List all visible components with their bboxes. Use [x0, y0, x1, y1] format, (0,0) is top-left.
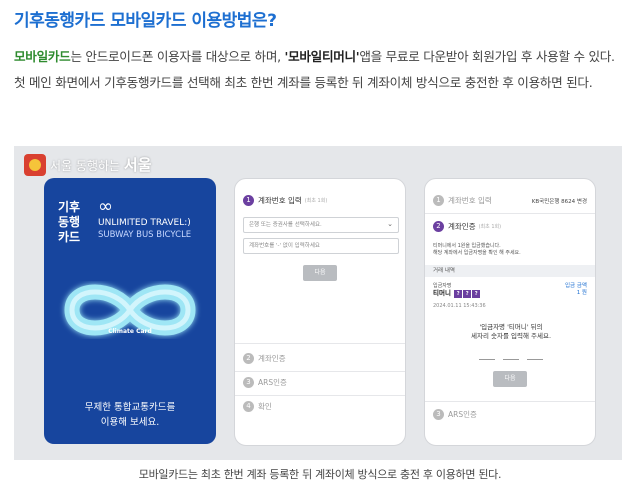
account-number-field[interactable]: 계좌번호를 '-' 없이 입력하세요 — [243, 238, 399, 254]
article-figure: 서울 동행하는 서울 기후 동행 카드 ∞ UNLIMITED TRAVEL:)… — [14, 146, 622, 460]
divider — [235, 343, 405, 344]
code-prompt-line-1: '입금자명 '티머니' 뒤의 — [479, 323, 543, 331]
step-label: 계좌번호 입력 — [258, 196, 302, 205]
card-brand-text: Climate Card — [108, 328, 152, 335]
infinity-icon: ∞ — [98, 196, 113, 217]
step-ars-verify: 3 ARS인증 — [243, 377, 287, 388]
step-account-verify: 2 계좌인증 — [243, 353, 286, 364]
seoul-slogan: 서울 동행하는 서울 — [50, 154, 152, 175]
deposit-notice-line-2: 해당 계좌에서 입금자명을 확인 해 주세요. — [433, 250, 521, 256]
step-sub-label: (최초 1회) — [478, 224, 502, 230]
card-message-line-1: 무제한 통합교통카드를 — [84, 402, 176, 413]
deposit-notice-line-1: 티머니에서 1원을 입금했습니다. — [433, 243, 501, 249]
article-body: 모바일카드는 안드로이드폰 이용자를 대상으로 하며, '모바일티머니'앱을 무… — [14, 44, 626, 96]
card-name: 기후 동행 카드 — [58, 200, 81, 244]
step-number: 2 — [243, 353, 254, 364]
climate-card-image: 기후 동행 카드 ∞ UNLIMITED TRAVEL:) SUBWAY BUS… — [44, 178, 216, 444]
step-label: 계좌인증 — [258, 354, 286, 363]
account-number-placeholder: 계좌번호를 '-' 없이 입력하세요 — [249, 243, 320, 249]
card-title: UNLIMITED TRAVEL:) — [98, 218, 191, 228]
bank-select[interactable]: 은행 또는 증권사를 선택하세요. ⌄ — [243, 217, 399, 233]
code-box: ? — [472, 290, 481, 298]
step-number: 2 — [433, 221, 444, 232]
code-box: ? — [454, 290, 463, 298]
step-number: 4 — [243, 401, 254, 412]
seoul-slogan-big: 서울 — [123, 156, 152, 174]
phone-screen-account-verify: 1 계좌번호 입력 KB국민은행 8624 변경 2 계좌인증 (최초 1회) … — [424, 178, 596, 446]
divider — [425, 401, 595, 402]
keyword-app-name: '모바일티머니' — [284, 49, 360, 64]
keyword-mobile-card: 모바일카드 — [14, 49, 71, 64]
step-label: ARS인증 — [258, 378, 287, 387]
depositor-code-boxes: ??? — [453, 290, 481, 298]
step-sub-label: (최초 1회) — [304, 198, 328, 204]
deposit-notice: 티머니에서 1원을 입금했습니다. 해당 계좌에서 입금자명을 확인 해 주세요… — [433, 243, 521, 257]
transaction-history-header: 거래 내역 — [425, 265, 595, 277]
figure-caption: 모바일카드는 최초 한번 계좌 등록한 뒤 계좌이체 방식으로 충전 후 이용하… — [138, 468, 502, 481]
step-number: 1 — [243, 195, 254, 206]
seoul-logo-icon — [24, 154, 46, 176]
depositor-row: 티머니 ??? — [433, 289, 481, 298]
step-account-input: 1 계좌번호 입력 — [433, 195, 492, 206]
body-text-part-1: 는 안드로이드폰 이용자를 대상으로 하며, — [70, 49, 285, 64]
phone-screen-account-input: 1 계좌번호 입력 (최초 1회) 은행 또는 증권사를 선택하세요. ⌄ 계좌… — [234, 178, 406, 446]
step-label: 계좌인증 — [448, 222, 476, 231]
deposit-amount: 입금 금액 1 원 — [565, 283, 587, 297]
amount-value: 1 원 — [576, 290, 587, 296]
seoul-slogan-prefix: 서울 동행하는 — [50, 159, 121, 173]
divider — [425, 213, 595, 214]
step-number: 3 — [433, 409, 444, 420]
card-subtitle: SUBWAY BUS BICYCLE — [98, 230, 192, 240]
divider — [235, 371, 405, 372]
step-label: 계좌번호 입력 — [448, 196, 492, 205]
bank-select-placeholder: 은행 또는 증권사를 선택하세요. — [249, 222, 322, 228]
code-digit-field[interactable] — [479, 359, 495, 360]
code-digit-field[interactable] — [503, 359, 519, 360]
depositor-name: 티머니 — [433, 289, 451, 297]
step-number: 3 — [243, 377, 254, 388]
divider — [235, 395, 405, 396]
next-button[interactable]: 다음 — [493, 371, 527, 387]
next-button[interactable]: 다음 — [303, 265, 337, 281]
code-input-prompt: '입금자명 '티머니' 뒤의 세자리 숫자를 입력해 주세요. — [425, 323, 595, 341]
article-headline: 기후동행카드 모바일카드 이용방법은? — [14, 11, 277, 31]
code-box: ? — [463, 290, 472, 298]
registered-bank-info[interactable]: KB국민은행 8624 변경 — [532, 197, 587, 205]
step-account-verify: 2 계좌인증 (최초 1회) — [433, 221, 501, 232]
step-confirm: 4 확인 — [243, 401, 272, 412]
step-number: 1 — [433, 195, 444, 206]
card-message-line-2: 이용해 보세요. — [100, 417, 160, 428]
amount-label: 입금 금액 — [565, 283, 587, 289]
infinity-logo-icon — [64, 284, 196, 336]
step-label: ARS인증 — [448, 410, 477, 419]
code-prompt-line-2: 세자리 숫자를 입력해 주세요. — [470, 332, 552, 340]
chevron-down-icon: ⌄ — [387, 220, 393, 228]
step-label: 확인 — [258, 402, 272, 411]
transaction-timestamp: 2024.01.11 15:43:36 — [433, 303, 486, 309]
step-ars-verify: 3 ARS인증 — [433, 409, 477, 420]
code-digit-field[interactable] — [527, 359, 543, 360]
card-message: 무제한 통합교통카드를 이용해 보세요. — [44, 400, 216, 430]
step-account-input: 1 계좌번호 입력 (최초 1회) — [243, 195, 327, 206]
